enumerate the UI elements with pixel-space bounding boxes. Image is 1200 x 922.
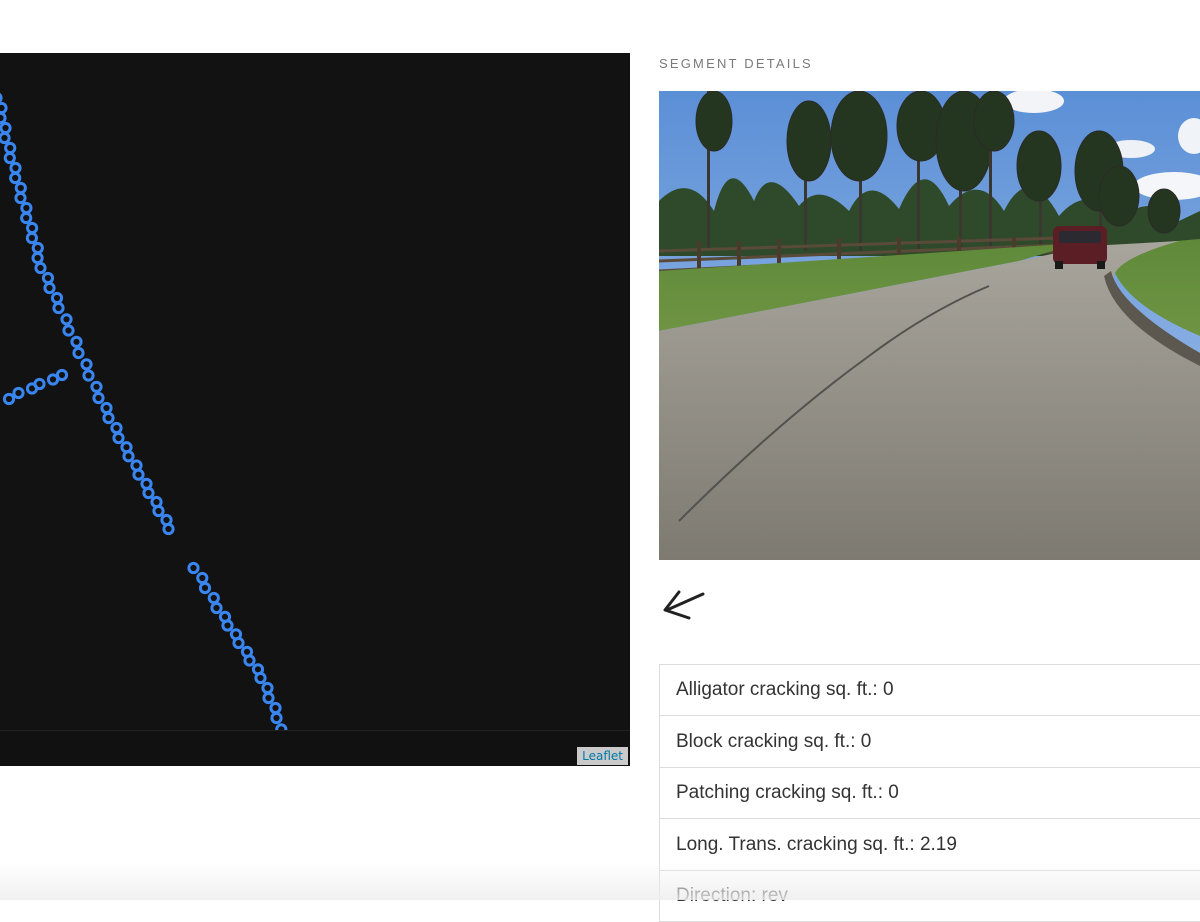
segment-marker[interactable] — [102, 411, 115, 425]
segment-marker[interactable] — [0, 101, 8, 115]
segment-marker[interactable] — [3, 151, 16, 165]
segment-marker[interactable] — [25, 231, 38, 245]
segment-marker[interactable] — [110, 421, 123, 435]
segment-marker[interactable] — [0, 93, 3, 103]
segment-marker[interactable] — [196, 571, 209, 585]
segment-marker[interactable] — [14, 181, 27, 195]
leaflet-attribution-link[interactable]: Leaflet — [577, 747, 628, 765]
segment-marker[interactable] — [14, 191, 27, 205]
segment-marker[interactable] — [20, 211, 33, 225]
segment-marker[interactable] — [142, 486, 155, 500]
segment-marker[interactable] — [90, 380, 103, 393]
segment-marker[interactable] — [72, 346, 85, 360]
segment-marker[interactable] — [50, 291, 64, 305]
segment-marker[interactable] — [62, 324, 75, 337]
segment-marker[interactable] — [0, 121, 12, 135]
segment-marker[interactable] — [232, 636, 245, 650]
segment-marker[interactable] — [210, 601, 223, 615]
crack-metrics-table: Alligator cracking sq. ft.: 0 Block crac… — [659, 664, 1200, 922]
map-footer — [0, 730, 630, 766]
section-title: SEGMENT DETAILS — [659, 56, 813, 71]
map-canvas[interactable] — [0, 53, 630, 766]
segment-marker[interactable] — [31, 241, 44, 255]
segment-marker[interactable] — [221, 619, 234, 632]
metric-row-direction: Direction: rev — [659, 870, 1200, 922]
segment-marker[interactable] — [162, 522, 175, 536]
metric-row-block: Block cracking sq. ft.: 0 — [659, 715, 1200, 767]
segment-marker[interactable] — [132, 468, 145, 481]
segment-marker[interactable] — [55, 368, 69, 382]
metric-row-alligator: Alligator cracking sq. ft.: 0 — [659, 664, 1200, 715]
segment-marker[interactable] — [140, 477, 153, 490]
segment-marker[interactable] — [92, 391, 105, 405]
segment-marker[interactable] — [243, 654, 256, 667]
segment-marker[interactable] — [152, 504, 165, 518]
segment-marker[interactable] — [60, 313, 73, 326]
road-segment-photo — [659, 91, 1200, 560]
segment-marker[interactable] — [254, 671, 267, 685]
segment-marker[interactable] — [52, 301, 65, 315]
segment-marker[interactable] — [269, 701, 282, 715]
segment-marker[interactable] — [82, 369, 95, 382]
segment-marker[interactable] — [112, 431, 125, 445]
map-panel[interactable]: Leaflet — [0, 53, 630, 766]
segment-marker[interactable] — [80, 358, 93, 371]
arrow-down-left-icon — [663, 590, 705, 620]
segment-marker[interactable] — [270, 711, 283, 725]
segment-marker[interactable] — [0, 131, 11, 145]
segment-marker[interactable] — [2, 392, 16, 406]
segment-marker[interactable] — [41, 271, 55, 285]
segment-marker[interactable] — [0, 111, 7, 125]
segment-marker[interactable] — [198, 581, 212, 595]
segment-marker[interactable] — [34, 261, 47, 275]
metric-row-long-trans: Long. Trans. cracking sq. ft.: 2.19 — [659, 818, 1200, 870]
segment-marker[interactable] — [262, 691, 275, 705]
segment-marker[interactable] — [207, 591, 220, 605]
segment-marker[interactable] — [100, 401, 113, 415]
segment-marker[interactable] — [70, 335, 83, 348]
segment-marker[interactable] — [261, 681, 274, 695]
segment-marker[interactable] — [31, 251, 44, 265]
segment-marker[interactable] — [25, 221, 39, 235]
segment-marker[interactable] — [130, 459, 143, 472]
segment-marker[interactable] — [43, 281, 56, 295]
segment-marker[interactable] — [187, 561, 200, 575]
segment-marker[interactable] — [9, 171, 22, 185]
segment-marker[interactable] — [9, 161, 22, 175]
back-arrow-button[interactable] — [659, 578, 713, 626]
segment-marker[interactable] — [20, 201, 33, 215]
segment-marker[interactable] — [122, 450, 135, 463]
segment-marker[interactable] — [4, 141, 17, 155]
segment-marker[interactable] — [12, 386, 25, 400]
segment-marker[interactable] — [33, 377, 46, 391]
segment-details-panel: SEGMENT DETAILS Alligator cracking sq. f… — [659, 0, 1200, 922]
metric-row-patching: Patching cracking sq. ft.: 0 — [659, 767, 1200, 818]
